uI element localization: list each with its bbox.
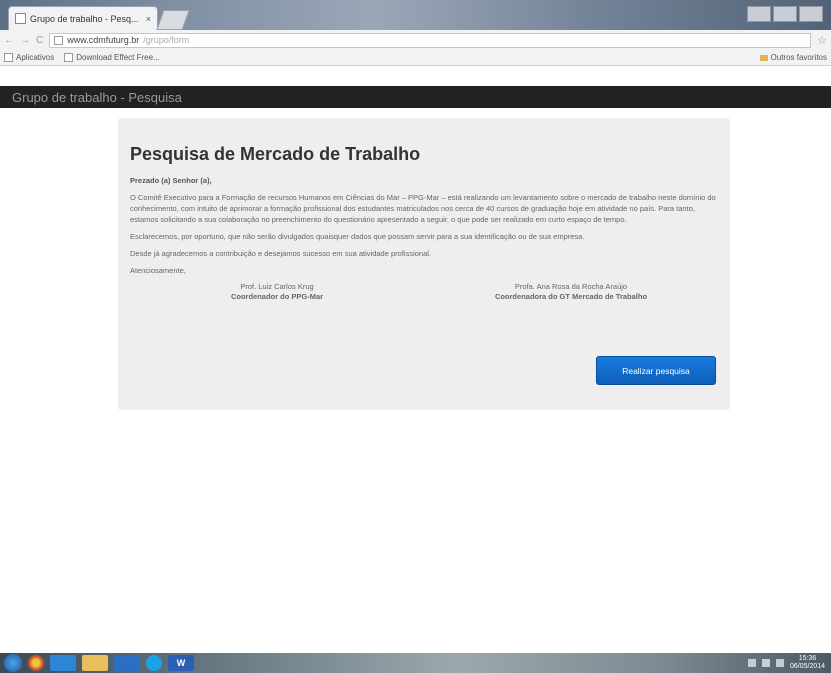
folder-icon	[759, 54, 768, 61]
closing-text: Atenciosamente,	[130, 266, 186, 275]
bookmarks-bar: Aplicativos Download Effect Free... Outr…	[0, 50, 831, 66]
window-controls	[747, 6, 823, 22]
survey-jumbotron: Pesquisa de Mercado de Trabalho Prezado …	[118, 118, 730, 410]
minimize-button[interactable]	[747, 6, 771, 22]
url-path: /grupo/form	[143, 35, 190, 45]
network-icon[interactable]	[747, 659, 756, 667]
bookmark-item[interactable]: Download Effect Free...	[64, 53, 160, 62]
signatures: Prof. Luiz Carlos Krug Coordenador do PP…	[130, 282, 718, 302]
signature-role: Coordenadora do GT Mercado de Trabalho	[494, 292, 648, 301]
site-navbar: Grupo de trabalho - Pesquisa	[0, 86, 831, 108]
bookmark-other-folder[interactable]: Outros favoritos	[759, 53, 827, 62]
page-title: Pesquisa de Mercado de Trabalho	[130, 144, 421, 164]
bookmark-label: Download Effect Free...	[76, 53, 160, 62]
media-player-icon[interactable]	[114, 655, 140, 671]
signature-role: Coordenador do PPG-Mar	[230, 292, 324, 301]
chrome-icon[interactable]	[28, 655, 44, 671]
internet-explorer-icon[interactable]	[50, 655, 76, 671]
flag-icon[interactable]	[775, 659, 784, 667]
skype-icon[interactable]	[146, 655, 162, 671]
page-top-spacer	[0, 66, 831, 86]
bookmark-apps[interactable]: Aplicativos	[4, 53, 54, 62]
new-tab-button[interactable]	[156, 10, 190, 30]
browser-tabstrip: Grupo de trabalho - Pesq... ×	[0, 0, 831, 30]
bookmark-star-icon[interactable]: ☆	[817, 34, 827, 47]
forward-icon[interactable]: →	[20, 35, 30, 46]
bookmark-label: Aplicativos	[16, 53, 55, 62]
apps-icon	[4, 53, 13, 62]
volume-icon[interactable]	[761, 659, 770, 667]
signature-name: Profa. Ana Rosa da Rocha Araújo	[514, 282, 628, 291]
page-icon	[54, 35, 64, 45]
word-icon[interactable]: W	[168, 655, 194, 671]
signature-block: Prof. Luiz Carlos Krug Coordenador do PP…	[130, 282, 424, 302]
tab-title: Grupo de trabalho - Pesq...	[30, 13, 139, 24]
greeting: Prezado (a) Senhor (a),	[130, 176, 212, 185]
file-explorer-icon[interactable]	[82, 655, 108, 671]
reload-icon[interactable]: C	[36, 35, 43, 46]
maximize-button[interactable]	[773, 6, 797, 22]
browser-toolbar: ← → C www.cdmfuturg.br/grupo/form ☆	[0, 30, 831, 50]
system-clock[interactable]: 15:36 06/05/2014	[790, 655, 825, 671]
clock-date: 06/05/2014	[789, 663, 825, 670]
page-favicon-icon	[15, 13, 26, 24]
thanks-paragraph: Desde já agradecemos a contribuição e de…	[130, 249, 431, 258]
windows-taskbar: W 15:36 06/05/2014	[0, 653, 831, 673]
bookmark-label: Outros favoritos	[770, 53, 827, 62]
url-host: www.cdmfuturg.br	[67, 35, 140, 45]
back-icon[interactable]: ←	[4, 35, 14, 46]
navbar-brand[interactable]: Grupo de trabalho - Pesquisa	[12, 90, 182, 105]
start-survey-button[interactable]: Realizar pesquisa	[596, 356, 716, 385]
page-icon	[64, 53, 74, 62]
window-close-button[interactable]	[799, 6, 823, 22]
browser-tab[interactable]: Grupo de trabalho - Pesq... ×	[8, 6, 158, 30]
signature-block: Profa. Ana Rosa da Rocha Araújo Coordena…	[424, 282, 718, 302]
privacy-paragraph: Esclarecemos, por oportuno, que não serã…	[130, 232, 585, 241]
intro-paragraph: O Comitê Executivo para a Formação de re…	[130, 193, 716, 224]
clock-time: 15:36	[798, 655, 817, 662]
address-bar[interactable]: www.cdmfuturg.br/grupo/form	[49, 32, 812, 48]
system-tray: 15:36 06/05/2014	[747, 655, 831, 671]
start-button[interactable]	[4, 654, 22, 672]
tab-close-icon[interactable]: ×	[146, 14, 151, 24]
signature-name: Prof. Luiz Carlos Krug	[240, 282, 314, 291]
